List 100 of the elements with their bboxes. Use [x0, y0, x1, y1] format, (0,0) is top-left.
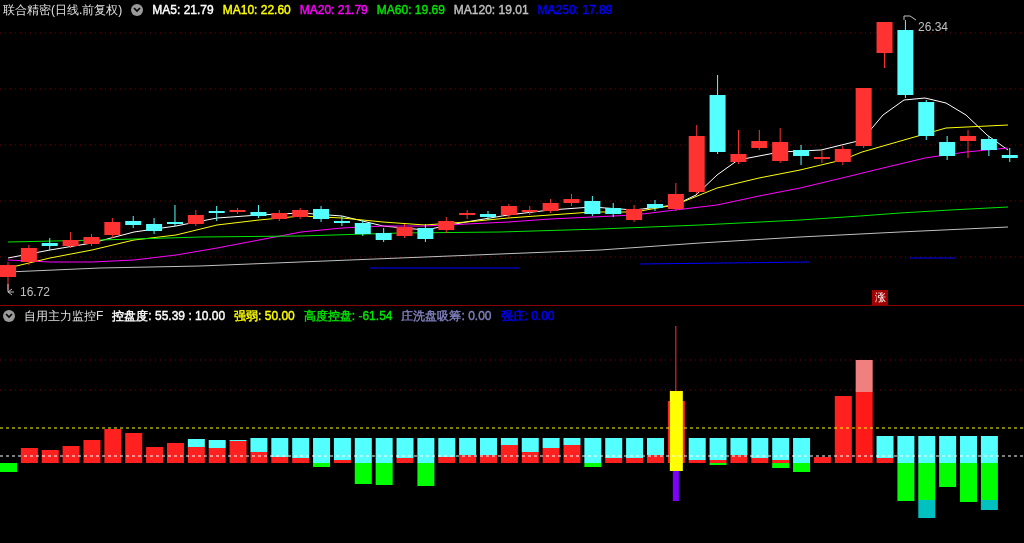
indicator-value: MA5: 21.79	[152, 3, 214, 17]
candlestick	[500, 203, 517, 219]
candlestick	[688, 124, 705, 195]
candlestick	[876, 21, 893, 69]
candlestick	[834, 145, 851, 166]
indicator-bar	[480, 438, 497, 463]
indicator-bar	[354, 438, 372, 484]
indicator-value: 强庄: 0.00	[500, 307, 555, 325]
candlestick	[855, 87, 872, 149]
candlestick	[939, 135, 956, 161]
indicator-bar	[709, 438, 727, 465]
indicator-bar	[187, 439, 205, 463]
candlestick	[313, 205, 330, 223]
candlestick	[584, 195, 601, 217]
indicator-value: 控盘度: 55.39 : 10.00	[112, 307, 226, 325]
indicator-title: 自用主力监控F	[24, 307, 104, 325]
indicator-bar	[960, 436, 977, 502]
candlestick	[918, 99, 935, 141]
indicator-bar	[146, 447, 164, 463]
candlestick	[1001, 147, 1018, 163]
candlestick	[83, 233, 100, 247]
indicator-bar	[605, 438, 623, 463]
candlestick	[396, 223, 413, 239]
indicator-value: MA10: 22.60	[222, 3, 291, 17]
indicator-bar	[542, 438, 560, 463]
candlestick	[960, 129, 976, 159]
indicator-bar	[876, 436, 894, 463]
indicator-bar	[250, 438, 268, 463]
candlestick	[542, 198, 559, 214]
candlestick	[793, 144, 810, 166]
indicator-bar	[521, 438, 539, 463]
indicator-value: 庄洗盘吸筹: 0.00	[401, 307, 492, 325]
indicator-bar	[730, 438, 748, 463]
indicator-value: MA250: 17.89	[537, 3, 613, 17]
candlestick	[667, 182, 684, 212]
indicator-bar	[772, 438, 790, 468]
candlestick	[208, 205, 225, 222]
candlestick	[980, 135, 997, 157]
candlestick	[480, 210, 496, 221]
indicator-value: MA120: 19.01	[453, 3, 529, 17]
indicator-bar	[584, 438, 602, 467]
indicator-bar	[751, 438, 769, 463]
candlestick	[187, 209, 204, 227]
indicator-bar	[125, 433, 143, 463]
indicator-bar	[292, 438, 310, 463]
indicator-bar	[834, 396, 852, 463]
indicator-bar	[313, 438, 331, 467]
indicator-bar	[0, 463, 17, 472]
chart-title: 联合精密(日线.前复权)	[3, 1, 123, 19]
candlestick	[125, 215, 142, 229]
indicator-bar	[166, 443, 184, 463]
candlestick	[250, 204, 267, 219]
candlestick	[521, 205, 538, 216]
candlestick	[438, 216, 455, 234]
candlestick	[104, 217, 121, 239]
indicator-bar	[626, 438, 644, 463]
candlestick	[646, 199, 663, 212]
indicator-bar	[939, 436, 957, 487]
indicator-bar	[333, 438, 351, 463]
candlestick	[292, 207, 309, 220]
candlestick	[626, 204, 643, 223]
indicator-bar	[41, 450, 59, 463]
indicator-bar	[20, 448, 38, 463]
candlestick	[563, 193, 580, 207]
indicator-bar	[271, 438, 289, 463]
indicator-bar	[396, 438, 414, 463]
candlestick	[271, 209, 288, 222]
indicator-bar	[417, 438, 435, 486]
candlestick	[41, 237, 58, 251]
indicator-value: MA20: 21.79	[299, 3, 368, 17]
indicator-value: 强弱: 50.00	[234, 307, 295, 325]
indicator-value: 高度控盘: -61.54	[303, 307, 393, 325]
indicator-bar	[375, 438, 393, 485]
candlestick	[730, 129, 747, 165]
rise-badge: 涨	[872, 290, 888, 305]
candlestick	[375, 227, 392, 243]
candlestick	[417, 223, 434, 243]
indicator-bar	[813, 457, 831, 463]
candlestick	[605, 202, 622, 218]
candlestick	[333, 215, 350, 227]
indicator-bar	[104, 429, 122, 463]
indicator-bar	[688, 438, 706, 463]
indicator-bar	[897, 436, 915, 501]
indicator-bar	[62, 446, 80, 463]
dropdown-icon[interactable]	[3, 310, 15, 322]
indicator-bar	[646, 438, 664, 463]
candlestick	[751, 129, 768, 151]
candlestick	[459, 209, 476, 220]
dropdown-icon[interactable]	[131, 4, 144, 16]
indicator-bar	[459, 438, 477, 463]
candlestick	[62, 231, 79, 249]
indicator-bar	[563, 438, 581, 463]
candlestick	[772, 127, 789, 164]
candlestick	[229, 207, 246, 215]
candlestick	[146, 217, 163, 235]
indicator-bar	[208, 440, 226, 463]
indicator-value: MA60: 19.69	[376, 3, 445, 17]
candlestick	[813, 149, 830, 164]
candlestick	[166, 204, 183, 227]
candlestick	[20, 244, 37, 266]
